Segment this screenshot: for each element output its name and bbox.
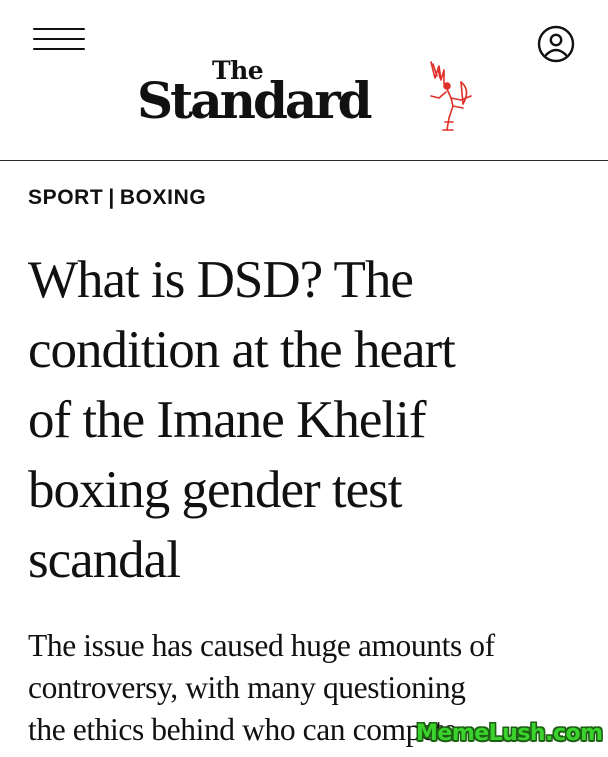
article-headline: What is DSD? The condition at the heart … [28, 245, 593, 595]
category-sport-link[interactable]: SPORT [28, 186, 103, 209]
headline-line: condition at the heart [28, 321, 456, 379]
category-boxing-link[interactable]: BOXING [120, 186, 206, 209]
eros-statue-icon [430, 61, 472, 131]
site-logo[interactable]: The Standard [137, 58, 477, 140]
hamburger-menu-icon[interactable] [33, 24, 85, 54]
category-separator: | [108, 186, 115, 209]
standfirst-line: controversy, with many questioning [28, 670, 466, 705]
headline-line: scandal [28, 531, 181, 589]
user-account-icon[interactable] [536, 24, 576, 64]
headline-line: of the Imane Khelif [28, 391, 426, 449]
headline-line: What is DSD? The [28, 251, 414, 309]
site-header: The Standard [0, 0, 608, 161]
logo-standard-text: Standard [137, 71, 373, 130]
memelush-watermark: MemeLush.com [416, 721, 603, 746]
headline-line: boxing gender test [28, 461, 403, 519]
standfirst-line: The issue has caused huge amounts of [28, 628, 495, 663]
article-category: SPORT | BOXING [28, 186, 206, 210]
